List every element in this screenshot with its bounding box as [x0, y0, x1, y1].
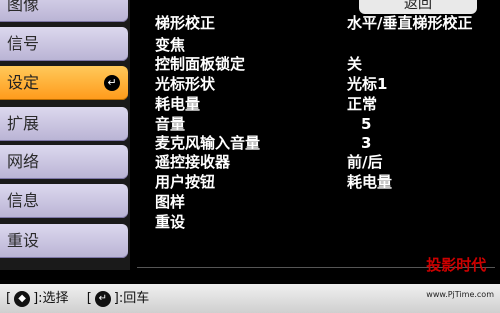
sidebar-item-label: 信号	[7, 34, 40, 53]
menu-row-pattern[interactable]: 图样	[155, 194, 185, 211]
menu-row-label: 梯形校正	[155, 14, 216, 32]
menu-row-label: 光标形状	[155, 75, 216, 93]
sidebar-item-label: 设定	[7, 73, 40, 92]
menu-row-value: 正常	[347, 95, 378, 113]
menu-row-label: 麦克风输入音量	[155, 134, 261, 152]
menu-row-remote-receiver[interactable]: 遥控接收器	[155, 154, 230, 171]
sidebar-item-image[interactable]: 图像	[0, 0, 128, 22]
sidebar-item-info[interactable]: 信息	[0, 184, 128, 218]
sidebar-item-label: 重设	[7, 231, 40, 250]
settings-panel: 返回 梯形校正 水平/垂直梯形校正 变焦 控制面板锁定 关 光标形状 光标1 耗…	[137, 0, 493, 265]
up-down-arrow-icon: ◆	[14, 290, 31, 307]
sidebar-item-settings[interactable]: 设定 ↵	[0, 66, 128, 100]
menu-row-label: 图样	[155, 193, 186, 211]
menu-row-value: 关	[347, 55, 363, 73]
menu-row-value: 前/后	[347, 153, 383, 171]
menu-row-reset[interactable]: 重设	[155, 214, 185, 231]
menu-row-mic-volume[interactable]: 麦克风输入音量	[155, 135, 260, 152]
menu-row-panel-lock[interactable]: 控制面板锁定	[155, 56, 245, 73]
menu-row-value: 水平/垂直梯形校正	[347, 14, 473, 32]
enter-icon: ↵	[104, 75, 120, 91]
menu-row-label: 用户按钮	[155, 173, 216, 191]
sidebar: 图像 信号 设定 ↵ 扩展 网络 信息 重设	[0, 0, 130, 270]
menu-row-label: 重设	[155, 213, 186, 231]
menu-row-value: 5	[361, 115, 372, 133]
menu-row-value: 耗电量	[347, 173, 393, 191]
menu-row-power-consumption[interactable]: 耗电量	[155, 96, 200, 113]
menu-row-value: 3	[361, 134, 372, 152]
menu-row-keystone[interactable]: 梯形校正	[155, 15, 215, 32]
menu-row-value: 光标1	[347, 75, 388, 93]
menu-row-label: 耗电量	[155, 95, 201, 113]
menu-row-zoom[interactable]: 变焦	[155, 37, 185, 54]
brand-url: www.PjTime.com	[426, 290, 494, 299]
menu-row-cursor-shape[interactable]: 光标形状	[155, 76, 215, 93]
projector-settings-screen: 图像 信号 设定 ↵ 扩展 网络 信息 重设 返回 梯形校正 水平/垂直梯形校正…	[0, 0, 500, 313]
menu-row-label: 变焦	[155, 36, 186, 54]
hint-select: [◆]:选择	[6, 290, 69, 307]
sidebar-item-label: 图像	[7, 0, 40, 14]
enter-icon: ↵	[94, 290, 111, 307]
hint-enter: [↵]:回车	[86, 290, 150, 307]
brand-watermark: 投影时代 www.PjTime.com	[426, 251, 494, 309]
hint-enter-label: :回车	[118, 291, 150, 306]
sidebar-item-label: 信息	[7, 191, 40, 210]
sidebar-item-label: 网络	[7, 152, 40, 171]
footer-hint-bar: [◆]:选择 [↵]:回车 投影时代 www.PjTime.com	[0, 256, 500, 313]
menu-row-label: 遥控接收器	[155, 153, 231, 171]
brand-name: 投影时代	[426, 256, 487, 274]
menu-row-volume[interactable]: 音量	[155, 116, 185, 133]
menu-row-user-button[interactable]: 用户按钮	[155, 174, 215, 191]
back-button[interactable]: 返回	[359, 0, 477, 14]
sidebar-item-reset[interactable]: 重设	[0, 224, 128, 258]
sidebar-item-extended[interactable]: 扩展	[0, 107, 128, 141]
menu-row-label: 音量	[155, 115, 186, 133]
sidebar-item-signal[interactable]: 信号	[0, 27, 128, 61]
sidebar-item-network[interactable]: 网络	[0, 145, 128, 179]
sidebar-item-label: 扩展	[7, 114, 40, 133]
menu-row-label: 控制面板锁定	[155, 55, 246, 73]
hint-select-label: :选择	[38, 291, 69, 306]
